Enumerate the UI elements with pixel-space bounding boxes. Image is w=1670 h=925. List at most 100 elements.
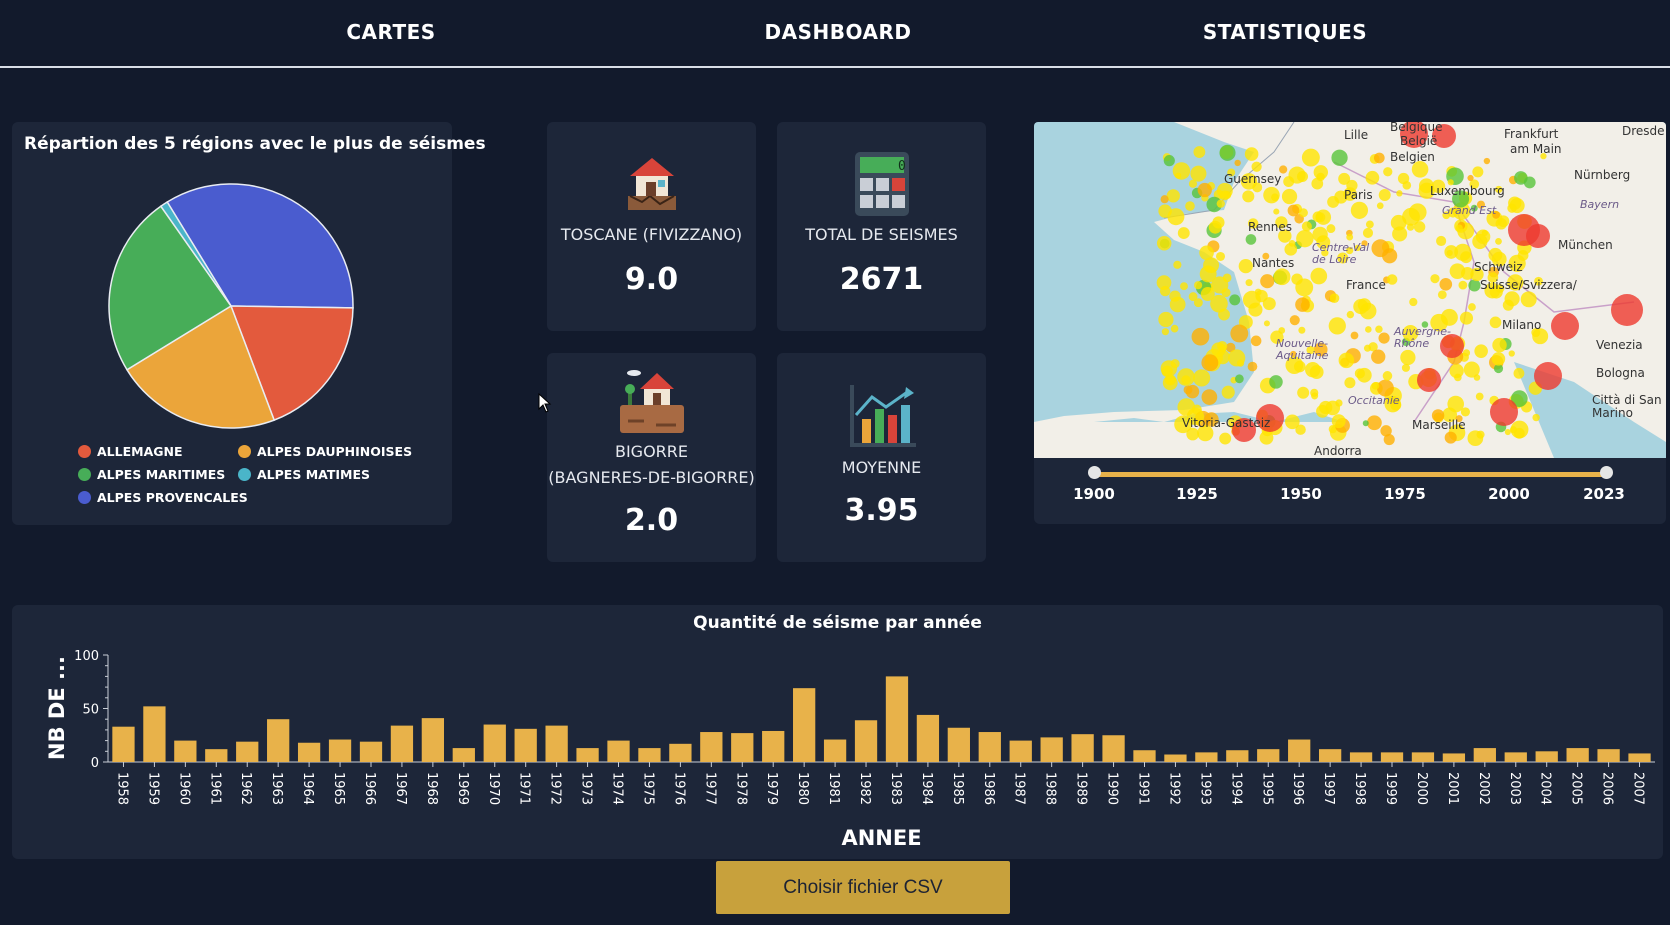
quake-marker[interactable] (1329, 293, 1340, 304)
quake-marker[interactable] (1459, 311, 1474, 325)
quake-marker[interactable] (1295, 297, 1310, 312)
quake-marker[interactable] (1356, 367, 1372, 383)
quake-marker[interactable] (1301, 221, 1312, 232)
quake-marker[interactable] (1495, 218, 1508, 230)
legend-item-alpes-provencales[interactable]: ALPES PROVENCALES (78, 490, 248, 505)
quake-marker[interactable] (1439, 277, 1453, 291)
quake-marker[interactable] (1199, 245, 1214, 261)
quake-marker[interactable] (1520, 291, 1537, 308)
quake-marker[interactable] (1319, 400, 1333, 415)
quake-marker[interactable] (1193, 369, 1211, 387)
quake-marker[interactable] (1526, 224, 1550, 248)
bar[interactable] (483, 724, 506, 762)
quake-marker[interactable] (1180, 282, 1188, 291)
bar[interactable] (143, 706, 166, 762)
bar[interactable] (328, 739, 352, 762)
bar[interactable] (885, 676, 909, 762)
quake-marker[interactable] (1259, 430, 1274, 445)
quake-marker[interactable] (1366, 415, 1382, 431)
bar[interactable] (1535, 751, 1558, 762)
quake-marker[interactable] (1283, 176, 1295, 188)
bar[interactable] (854, 720, 878, 762)
quake-marker[interactable] (1331, 149, 1348, 166)
quake-marker[interactable] (1269, 375, 1283, 389)
quake-marker[interactable] (1383, 167, 1393, 177)
quake-marker[interactable] (1313, 165, 1328, 180)
quake-marker[interactable] (1436, 235, 1447, 247)
quake-marker[interactable] (1417, 368, 1441, 392)
quake-marker[interactable] (1362, 420, 1369, 427)
quake-marker[interactable] (1458, 280, 1468, 290)
quake-marker[interactable] (1297, 386, 1310, 399)
quake-marker[interactable] (1382, 371, 1393, 381)
bar[interactable] (1133, 750, 1156, 762)
quake-marker[interactable] (1242, 190, 1255, 203)
quake-marker[interactable] (1371, 382, 1380, 390)
quake-marker[interactable] (1194, 281, 1203, 290)
quake-marker[interactable] (1338, 352, 1355, 369)
legend-item-alpes-matimes[interactable]: ALPES MATIMES (238, 467, 370, 482)
quake-marker[interactable] (1328, 317, 1346, 335)
quake-marker[interactable] (1462, 349, 1471, 357)
quake-marker[interactable] (1331, 414, 1346, 429)
quake-marker[interactable] (1287, 204, 1300, 217)
quake-marker[interactable] (1378, 188, 1391, 201)
bar[interactable] (267, 719, 290, 762)
quake-marker[interactable] (1190, 165, 1207, 182)
quake-marker[interactable] (1169, 296, 1186, 313)
bar[interactable] (1349, 752, 1373, 762)
quake-marker[interactable] (1440, 308, 1458, 326)
quake-marker[interactable] (1173, 260, 1182, 269)
bar[interactable] (1288, 739, 1311, 762)
quake-marker[interactable] (1281, 188, 1298, 205)
quake-marker[interactable] (1402, 181, 1412, 190)
quake-marker[interactable] (1344, 377, 1356, 389)
bar[interactable] (1102, 735, 1125, 762)
quake-marker[interactable] (1163, 155, 1175, 167)
quake-marker[interactable] (1298, 326, 1306, 334)
quake-marker[interactable] (1350, 201, 1369, 219)
year-slider-start-handle[interactable] (1088, 466, 1101, 479)
quake-marker[interactable] (1362, 227, 1374, 238)
bar[interactable] (576, 748, 599, 762)
quake-marker[interactable] (1219, 144, 1236, 161)
quake-marker[interactable] (1158, 311, 1174, 328)
quake-marker[interactable] (1159, 285, 1171, 297)
quake-marker[interactable] (1437, 290, 1447, 300)
quake-marker[interactable] (1296, 229, 1314, 248)
bar[interactable] (1318, 749, 1342, 762)
quake-marker[interactable] (1454, 373, 1462, 382)
quake-marker[interactable] (1413, 221, 1426, 233)
quake-marker[interactable] (1491, 352, 1506, 366)
bar[interactable] (1628, 753, 1651, 762)
quake-marker[interactable] (1460, 251, 1473, 264)
legend-item-alpes-dauphinoises[interactable]: ALPES DAUPHINOISES (238, 444, 412, 459)
quake-marker[interactable] (1288, 240, 1296, 247)
quake-marker[interactable] (1534, 362, 1562, 390)
quake-marker[interactable] (1392, 226, 1408, 242)
quake-marker[interactable] (1219, 432, 1232, 445)
quake-marker[interactable] (1211, 276, 1229, 294)
quake-marker[interactable] (1208, 220, 1222, 234)
bar[interactable] (700, 732, 723, 762)
quake-marker[interactable] (1191, 327, 1210, 346)
bar[interactable] (297, 742, 321, 762)
quake-marker[interactable] (1449, 263, 1466, 279)
quake-marker[interactable] (1273, 208, 1280, 215)
quake-marker[interactable] (1508, 196, 1522, 210)
quake-marker[interactable] (1371, 349, 1386, 364)
bar[interactable] (607, 740, 630, 762)
quake-marker[interactable] (1406, 223, 1415, 231)
quake-marker[interactable] (1551, 312, 1579, 340)
quake-marker[interactable] (1229, 294, 1241, 306)
quake-marker[interactable] (1251, 161, 1262, 172)
quake-marker[interactable] (1346, 233, 1354, 241)
quake-marker[interactable] (1197, 182, 1212, 198)
quake-marker[interactable] (1455, 224, 1463, 232)
quake-marker[interactable] (1346, 310, 1355, 319)
quake-marker[interactable] (1382, 248, 1398, 264)
quake-marker[interactable] (1185, 201, 1195, 211)
quake-marker[interactable] (1490, 398, 1518, 426)
quake-marker[interactable] (1228, 349, 1246, 367)
quake-marker[interactable] (1386, 274, 1398, 285)
